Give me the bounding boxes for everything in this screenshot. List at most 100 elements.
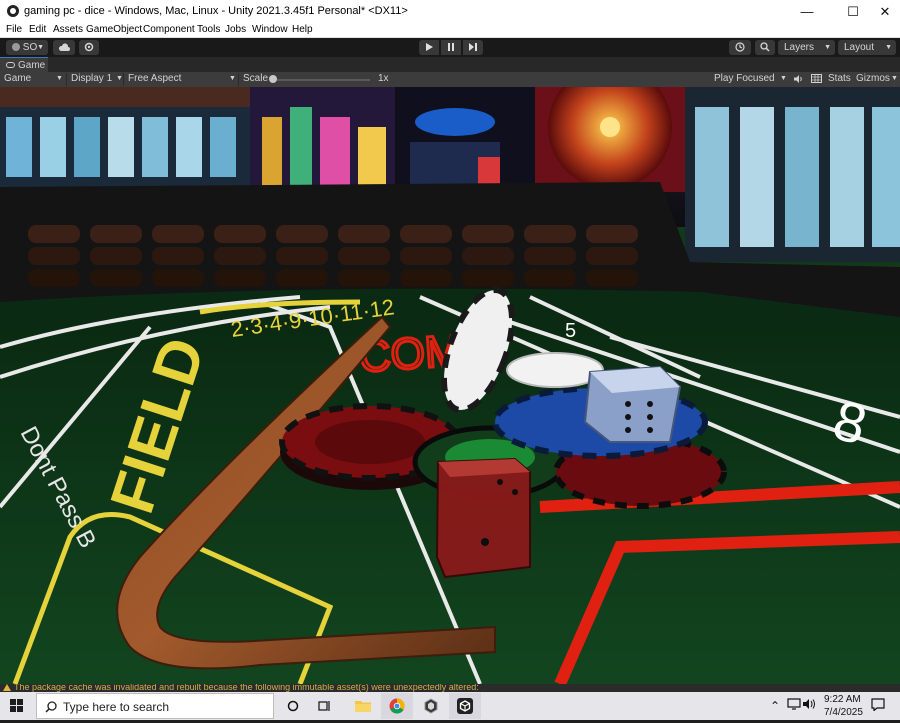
task-view-button[interactable]	[309, 693, 341, 719]
scale-label: Scale	[243, 73, 269, 84]
title-bar: gaming pc - dice - Windows, Mac, Linux -…	[0, 0, 900, 23]
aspect-dropdown[interactable]: Free Aspect ▼	[128, 73, 236, 84]
windows-logo-icon	[10, 699, 16, 705]
cloud-button[interactable]	[53, 40, 75, 55]
chrome-icon	[389, 698, 405, 714]
casino-floor-center	[250, 87, 535, 192]
chevron-down-icon: ▼	[885, 44, 892, 51]
console-message: The package cache was invalidated and re…	[14, 684, 479, 692]
chevron-down-icon: ▼	[37, 44, 44, 51]
game-mode-label: Game	[4, 73, 32, 84]
menu-edit[interactable]: Edit	[29, 24, 46, 35]
menu-window[interactable]: Window	[252, 24, 288, 35]
history-button[interactable]	[729, 40, 751, 55]
casino-scene: 2·3·4·9·10·11·12 FIELD Dont Pass B COME …	[0, 87, 900, 684]
red-die	[435, 457, 531, 579]
start-button[interactable]	[10, 699, 24, 713]
tab-game[interactable]: Game	[0, 57, 48, 72]
menu-assets[interactable]: Assets	[53, 24, 83, 35]
unity-hub-icon	[424, 698, 438, 714]
unity-logo-icon	[7, 5, 19, 17]
warning-icon	[3, 684, 11, 691]
menu-gameobject[interactable]: GameObject	[86, 24, 142, 35]
fortune-wheel	[535, 87, 685, 192]
account-label: SO	[22, 42, 38, 53]
chevron-down-icon: ▼	[56, 75, 63, 82]
cortana-button[interactable]	[277, 693, 309, 719]
divider	[123, 73, 124, 86]
red-chip-center	[315, 420, 425, 464]
settings-button[interactable]	[79, 40, 99, 55]
gizmos-dropdown[interactable]: Gizmos ▼	[856, 73, 898, 84]
chrome-button[interactable]	[381, 693, 413, 719]
stats-button[interactable]: Stats	[828, 73, 851, 84]
aspect-label: Free Aspect	[128, 73, 182, 84]
chevron-down-icon: ▼	[780, 75, 787, 82]
settings-icon	[84, 42, 94, 52]
gamepad-icon	[6, 62, 15, 68]
slot-machines-right	[685, 87, 900, 262]
notifications-button[interactable]	[871, 698, 885, 714]
show-hidden-icons-button[interactable]: ⌃	[770, 699, 780, 713]
game-viewport[interactable]: 2·3·4·9·10·11·12 FIELD Dont Pass B COME …	[0, 87, 900, 684]
window-title: gaming pc - dice - Windows, Mac, Linux -…	[24, 5, 408, 17]
clock-time[interactable]: 9:22 AM	[824, 694, 861, 705]
grid-icon	[811, 74, 822, 83]
game-mode-dropdown[interactable]: Game ▼	[4, 73, 63, 84]
menu-file[interactable]: File	[6, 24, 22, 35]
play-button[interactable]	[419, 40, 439, 55]
menu-tools[interactable]: Tools	[197, 24, 220, 35]
minimize-button[interactable]: —	[790, 0, 824, 23]
file-explorer-button[interactable]	[347, 693, 379, 719]
taskbar-search-box[interactable]: Type here to search	[36, 693, 274, 719]
volume-button[interactable]	[803, 698, 817, 713]
layout-dropdown[interactable]: Layout ▼	[838, 40, 896, 55]
task-view-icon	[318, 701, 330, 711]
game-tab-header: Game	[0, 57, 900, 72]
blue-die	[583, 365, 682, 443]
menu-component[interactable]: Component	[143, 24, 195, 35]
scale-slider-track[interactable]	[270, 79, 370, 81]
keyboard-shortcuts-button[interactable]	[811, 74, 822, 86]
display-dropdown[interactable]: Display 1 ▼	[71, 73, 123, 84]
network-icon[interactable]	[787, 698, 801, 713]
chevron-down-icon: ▼	[116, 75, 123, 82]
layout-label: Layout	[844, 42, 875, 53]
chevron-down-icon: ▼	[229, 75, 236, 82]
search-button[interactable]	[755, 40, 775, 55]
clock-date[interactable]: 7/4/2025	[824, 707, 863, 718]
scale-value: 1x	[378, 73, 389, 84]
cortana-icon	[287, 700, 299, 712]
unity-editor-button[interactable]	[449, 693, 481, 719]
history-icon	[735, 42, 745, 52]
menu-jobs[interactable]: Jobs	[225, 24, 246, 35]
unity-hub-button[interactable]	[415, 693, 447, 719]
unity-icon	[457, 698, 473, 714]
pause-button[interactable]	[441, 40, 461, 55]
search-icon	[760, 42, 770, 52]
divider	[238, 73, 239, 86]
volume-icon	[803, 699, 815, 709]
account-dropdown[interactable]: SO ▼	[6, 40, 48, 55]
menu-help[interactable]: Help	[292, 24, 313, 35]
network-icon-graphic	[787, 698, 801, 710]
main-toolbar: SO ▼ Layers ▼ Layout ▼	[0, 38, 900, 57]
play-focused-label: Play Focused	[714, 73, 775, 84]
play-icon	[426, 43, 433, 51]
play-focused-dropdown[interactable]: Play Focused ▼	[714, 73, 787, 84]
notification-icon	[871, 698, 885, 712]
cloud-icon	[58, 43, 70, 51]
windows-taskbar: Type here to search ⌃ 9:22 AM 7/4/2025	[0, 692, 900, 720]
layers-dropdown[interactable]: Layers ▼	[778, 40, 835, 55]
step-button[interactable]	[463, 40, 483, 55]
console-status-bar[interactable]: The package cache was invalidated and re…	[0, 684, 900, 692]
search-icon	[45, 701, 57, 713]
menu-bar: File Edit Assets GameObject Component To…	[0, 23, 900, 38]
chevron-down-icon: ▼	[824, 44, 831, 51]
scale-slider-handle[interactable]	[269, 75, 277, 83]
maximize-button[interactable]: ☐	[836, 0, 870, 23]
mute-audio-button[interactable]	[794, 74, 804, 87]
close-button[interactable]: ✕	[868, 0, 900, 23]
step-icon	[469, 43, 477, 51]
speaker-icon	[794, 75, 802, 83]
